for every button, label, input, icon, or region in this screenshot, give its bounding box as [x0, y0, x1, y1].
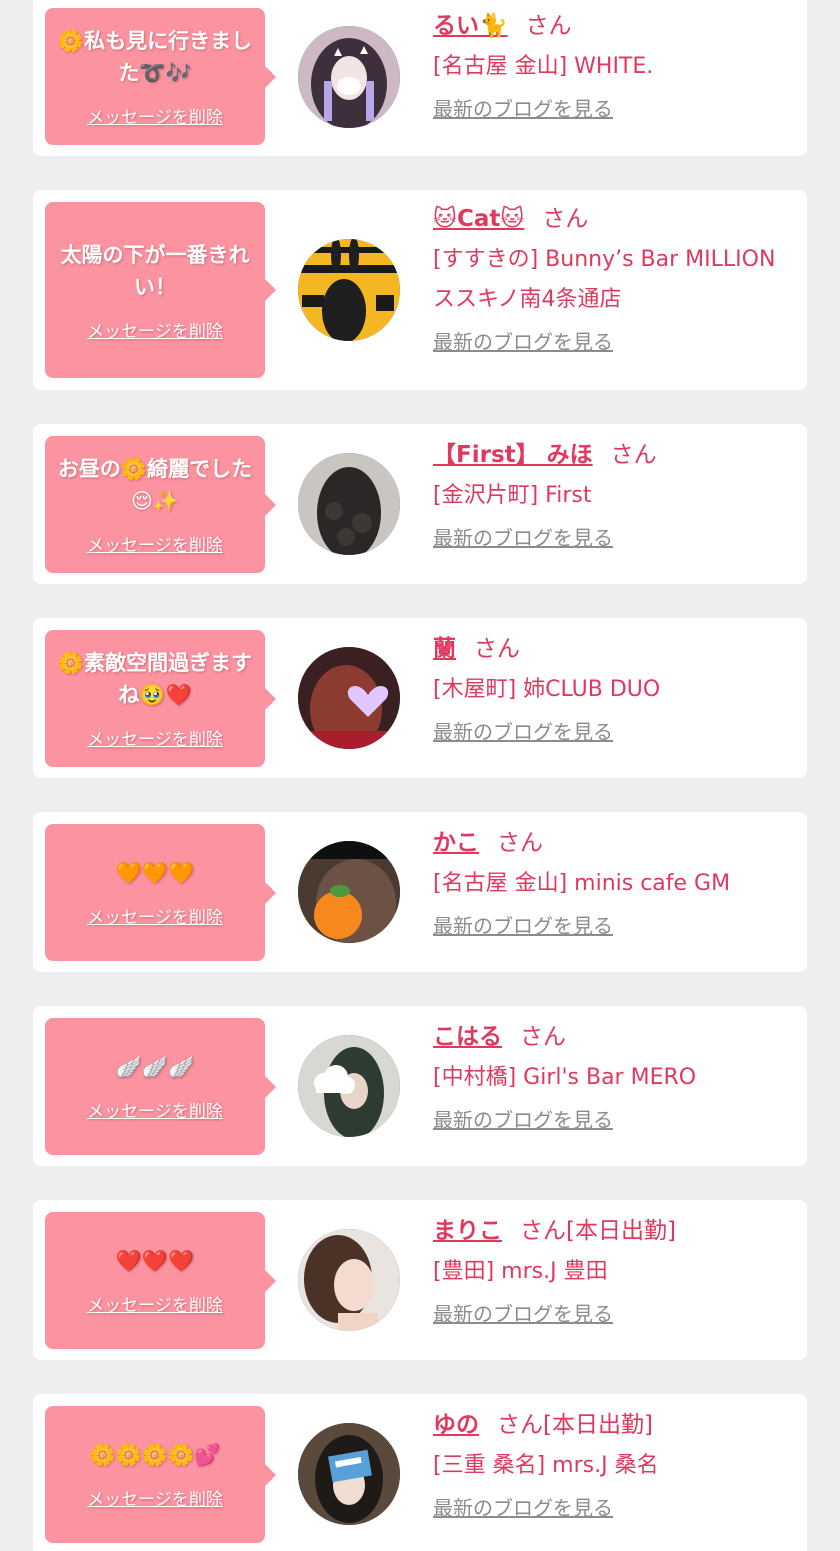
message-bubble: 🪽🪽🪽 メッセージを削除 — [45, 1018, 276, 1155]
message-list: 🌼私も見に行きました➰🎶 メッセージを削除 るい🐈 さん [名古屋 金山] WHI… — [0, 0, 840, 1551]
cast-name-link[interactable]: かこ — [433, 830, 479, 856]
message-bubble: ❤️❤️❤️ メッセージを削除 — [45, 1212, 276, 1349]
latest-blog-link[interactable]: 最新のブログを見る — [433, 95, 613, 123]
list-item: 🌼素敵空間過ぎますね🥹❤️ メッセージを削除 蘭さん [木屋町] 姉CLUB D… — [33, 618, 807, 778]
latest-blog-link[interactable]: 最新のブログを見る — [433, 328, 613, 356]
list-item: ❤️❤️❤️ メッセージを削除 まりこ さん[本日出勤] [豊田] mrs.J 豊… — [33, 1200, 807, 1360]
delete-message-link[interactable]: メッセージを削除 — [87, 725, 223, 750]
cast-info: 蘭さん [木屋町] 姉CLUB DUO 最新のブログを見る — [433, 634, 793, 746]
message-text: 🧡🧡🧡 — [115, 861, 195, 885]
honorific-label: さん — [542, 206, 589, 232]
avatar-girl-pastel-image — [298, 26, 400, 128]
cast-name-link[interactable]: るい🐈 — [433, 13, 508, 39]
honorific-label: さん — [474, 636, 520, 662]
avatar[interactable] — [298, 1423, 400, 1525]
delete-message-link[interactable]: メッセージを削除 — [87, 1485, 223, 1510]
latest-blog-link[interactable]: 最新のブログを見る — [433, 912, 613, 940]
shop-label: [豊田] mrs.J 豊田 — [433, 1259, 608, 1284]
list-item: 🌼🌼🌼🌼💕 メッセージを削除 ゆの さん[本日出勤] [三重 桑名] mrs.J … — [33, 1394, 807, 1551]
avatar[interactable] — [298, 647, 400, 749]
cast-name-link[interactable]: 🐱Cat🐱 — [433, 206, 524, 232]
list-item: 🌼私も見に行きました➰🎶 メッセージを削除 るい🐈 さん [名古屋 金山] WHI… — [33, 0, 807, 156]
shop-label: [名古屋 金山] minis cafe GM — [433, 871, 731, 896]
message-bubble: 🧡🧡🧡 メッセージを削除 — [45, 824, 276, 961]
delete-message-link[interactable]: メッセージを削除 — [87, 1097, 223, 1122]
shop-label: [中村橋] Girl's Bar MERO — [433, 1065, 697, 1090]
avatar-bunny-poster-image — [298, 239, 400, 341]
cast-info: 【First】 みほ さん [金沢片町] First 最新のブログを見る — [433, 440, 793, 552]
cast-info: かこ さん [名古屋 金山] minis cafe GM 最新のブログを見る — [433, 828, 793, 940]
cast-name-link[interactable]: 【First】 みほ — [433, 442, 593, 468]
honorific-label: さん[本日出勤] — [520, 1218, 676, 1244]
delete-message-link[interactable]: メッセージを削除 — [87, 1291, 223, 1316]
avatar-heart-sticker-image — [298, 647, 400, 749]
latest-blog-link[interactable]: 最新のブログを見る — [433, 1106, 613, 1134]
message-bubble: 太陽の下が一番きれい！ メッセージを削除 — [45, 202, 276, 378]
delete-message-link[interactable]: メッセージを削除 — [87, 531, 223, 556]
list-item: 🪽🪽🪽 メッセージを削除 こはる さん [中村橋] Girl's Bar MERO… — [33, 1006, 807, 1166]
avatar-orange-sticker-image — [298, 841, 400, 943]
latest-blog-link[interactable]: 最新のブログを見る — [433, 1300, 613, 1328]
avatar-selfie-image — [298, 1229, 400, 1331]
avatar[interactable] — [298, 841, 400, 943]
cast-info: 🐱Cat🐱 さん [すすきの] Bunny’s Bar MILLION ススキノ南… — [433, 204, 793, 356]
cast-name-link[interactable]: まりこ — [433, 1218, 502, 1244]
latest-blog-link[interactable]: 最新のブログを見る — [433, 1494, 613, 1522]
honorific-label: さん — [497, 830, 543, 856]
shop-label: [金沢片町] First — [433, 483, 592, 508]
message-bubble: お昼の🌼綺麗でした😌✨ メッセージを削除 — [45, 436, 276, 573]
message-text: 🌼🌼🌼🌼💕 — [89, 1443, 221, 1467]
honorific-label: さん — [520, 1024, 566, 1050]
avatar-card-cover-image — [298, 1423, 400, 1525]
cast-info: まりこ さん[本日出勤] [豊田] mrs.J 豊田 最新のブログを見る — [433, 1216, 793, 1328]
delete-message-link[interactable]: メッセージを削除 — [87, 903, 223, 928]
message-text: 🌼素敵空間過ぎますね🥹❤️ — [57, 651, 253, 707]
honorific-label: さん — [525, 13, 572, 39]
cast-info: るい🐈 さん [名古屋 金山] WHITE. 最新のブログを見る — [433, 11, 793, 123]
shop-label: [三重 桑名] mrs.J 桑名 — [433, 1453, 659, 1478]
message-text: 🌼私も見に行きました➰🎶 — [57, 29, 253, 85]
avatar[interactable] — [298, 1229, 400, 1331]
message-text: ❤️❤️❤️ — [115, 1249, 195, 1273]
honorific-label: さん — [610, 442, 657, 468]
shop-label: [すすきの] Bunny’s Bar MILLION ススキノ南4条通店 — [433, 247, 776, 312]
message-text: お昼の🌼綺麗でした😌✨ — [57, 457, 253, 513]
cast-name-link[interactable]: 蘭 — [433, 636, 456, 662]
message-text: 🪽🪽🪽 — [115, 1055, 195, 1079]
latest-blog-link[interactable]: 最新のブログを見る — [433, 524, 613, 552]
honorific-label: さん[本日出勤] — [497, 1412, 653, 1438]
avatar[interactable] — [298, 26, 400, 128]
avatar-cloud-sticker-image — [298, 1035, 400, 1137]
message-bubble: 🌼🌼🌼🌼💕 メッセージを削除 — [45, 1406, 276, 1543]
list-item: 太陽の下が一番きれい！ メッセージを削除 🐱Cat🐱 さん [すすきの] Bunn… — [33, 190, 807, 390]
cast-info: こはる さん [中村橋] Girl's Bar MERO 最新のブログを見る — [433, 1022, 793, 1134]
shop-label: [名古屋 金山] WHITE. — [433, 54, 654, 79]
list-item: お昼の🌼綺麗でした😌✨ メッセージを削除 【First】 みほ さん [金沢片町]… — [33, 424, 807, 584]
avatar-curly-hair-image — [298, 453, 400, 555]
delete-message-link[interactable]: メッセージを削除 — [87, 103, 223, 128]
list-item: 🧡🧡🧡 メッセージを削除 かこ さん [名古屋 金山] minis cafe GM… — [33, 812, 807, 972]
message-text: 太陽の下が一番きれい！ — [60, 242, 250, 299]
avatar[interactable] — [298, 1035, 400, 1137]
latest-blog-link[interactable]: 最新のブログを見る — [433, 718, 613, 746]
avatar[interactable] — [298, 453, 400, 555]
cast-info: ゆの さん[本日出勤] [三重 桑名] mrs.J 桑名 最新のブログを見る — [433, 1410, 793, 1522]
message-bubble: 🌼私も見に行きました➰🎶 メッセージを削除 — [45, 8, 276, 145]
avatar[interactable] — [298, 239, 400, 341]
delete-message-link[interactable]: メッセージを削除 — [87, 317, 223, 342]
message-bubble: 🌼素敵空間過ぎますね🥹❤️ メッセージを削除 — [45, 630, 276, 767]
cast-name-link[interactable]: こはる — [433, 1024, 502, 1050]
shop-label: [木屋町] 姉CLUB DUO — [433, 677, 661, 702]
cast-name-link[interactable]: ゆの — [433, 1412, 479, 1438]
